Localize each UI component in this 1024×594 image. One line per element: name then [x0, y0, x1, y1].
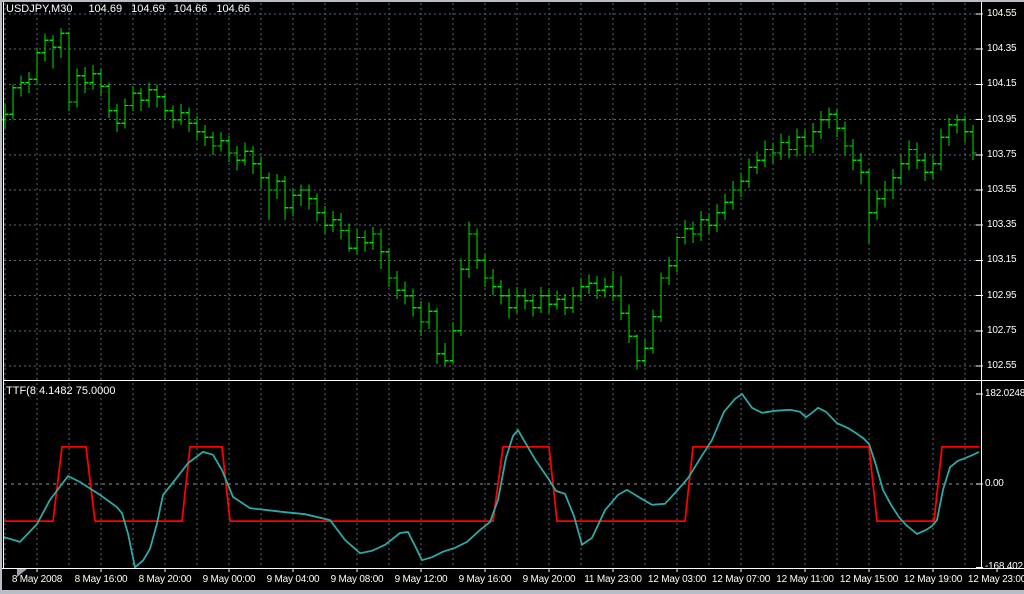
price-chart-area[interactable] [4, 2, 981, 380]
window-border-left [0, 0, 2, 594]
indicator-chart-area[interactable] [4, 382, 981, 568]
price-axis[interactable] [982, 2, 1024, 568]
panel-separator[interactable] [3, 380, 1024, 381]
mt4-chart-window: { "header": { "symbol_period": "USDJPY,M… [0, 0, 1024, 594]
time-axis[interactable] [0, 569, 1024, 590]
window-border-bottom [0, 590, 1024, 594]
